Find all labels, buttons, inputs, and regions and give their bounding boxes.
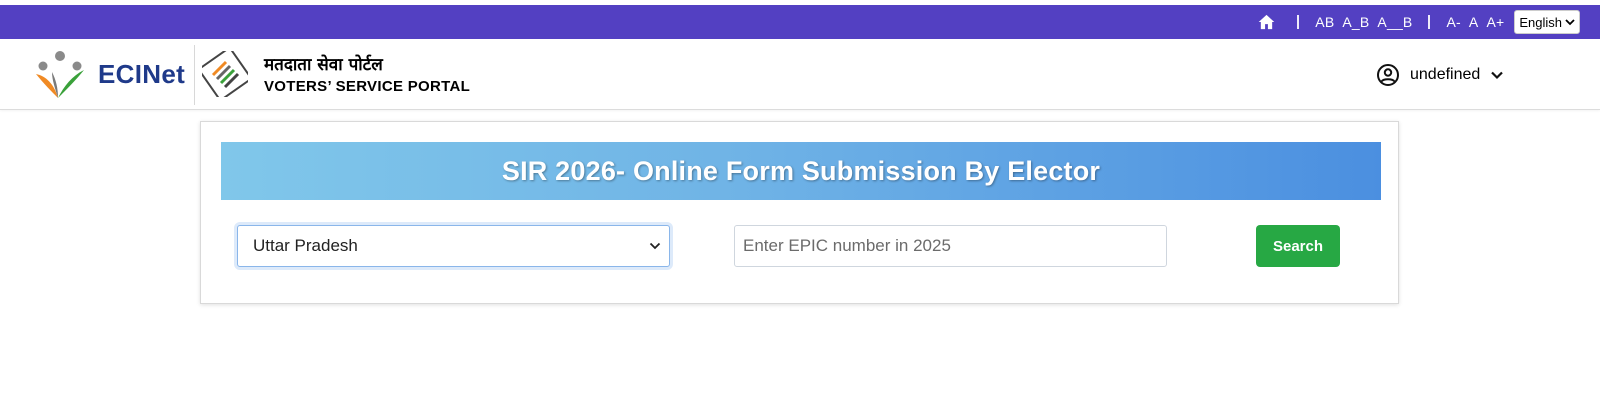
voters-service-portal-logo-icon[interactable]: [202, 51, 248, 97]
state-select[interactable]: Uttar Pradesh: [237, 225, 670, 267]
separator: [1428, 15, 1431, 29]
form-submission-card: SIR 2026- Online Form Submission By Elec…: [200, 121, 1399, 304]
separator: [1297, 15, 1300, 29]
site-header: ECINet मतदाता सेवा पोर्टल VOTERS’ SERVIC…: [0, 39, 1600, 110]
font-normal-button[interactable]: A: [1469, 14, 1479, 30]
home-icon[interactable]: [1257, 13, 1275, 31]
accessibility-bar: AB A_B A__B A- A A+ English: [0, 5, 1600, 39]
search-button[interactable]: Search: [1256, 225, 1340, 267]
user-menu[interactable]: undefined: [1376, 63, 1504, 87]
epic-number-input[interactable]: [734, 225, 1167, 267]
page-title: SIR 2026- Online Form Submission By Elec…: [501, 155, 1101, 186]
state-select-value: Uttar Pradesh: [253, 236, 358, 255]
font-spacing-medium-button[interactable]: A_B: [1342, 14, 1369, 30]
language-value: English: [1519, 14, 1562, 30]
chevron-down-icon: [649, 242, 661, 250]
font-spacing-normal-button[interactable]: AB: [1315, 14, 1334, 30]
user-circle-icon: [1377, 64, 1399, 86]
header-divider: [194, 45, 195, 105]
user-name: undefined: [1410, 66, 1481, 83]
font-increase-button[interactable]: A+: [1486, 14, 1504, 30]
chevron-down-icon: [1565, 19, 1575, 26]
portal-title-hindi: मतदाता सेवा पोर्टल: [264, 55, 383, 75]
brand-name[interactable]: ECINet: [98, 59, 185, 90]
font-decrease-button[interactable]: A-: [1446, 14, 1460, 30]
page-banner: SIR 2026- Online Form Submission By Elec…: [221, 142, 1381, 200]
portal-title-english: VOTERS’ SERVICE PORTAL: [264, 78, 471, 95]
ecinet-logo-icon[interactable]: [32, 48, 88, 102]
language-select[interactable]: English: [1514, 10, 1580, 34]
font-spacing-wide-button[interactable]: A__B: [1377, 14, 1412, 30]
chevron-down-icon: [1491, 71, 1504, 80]
